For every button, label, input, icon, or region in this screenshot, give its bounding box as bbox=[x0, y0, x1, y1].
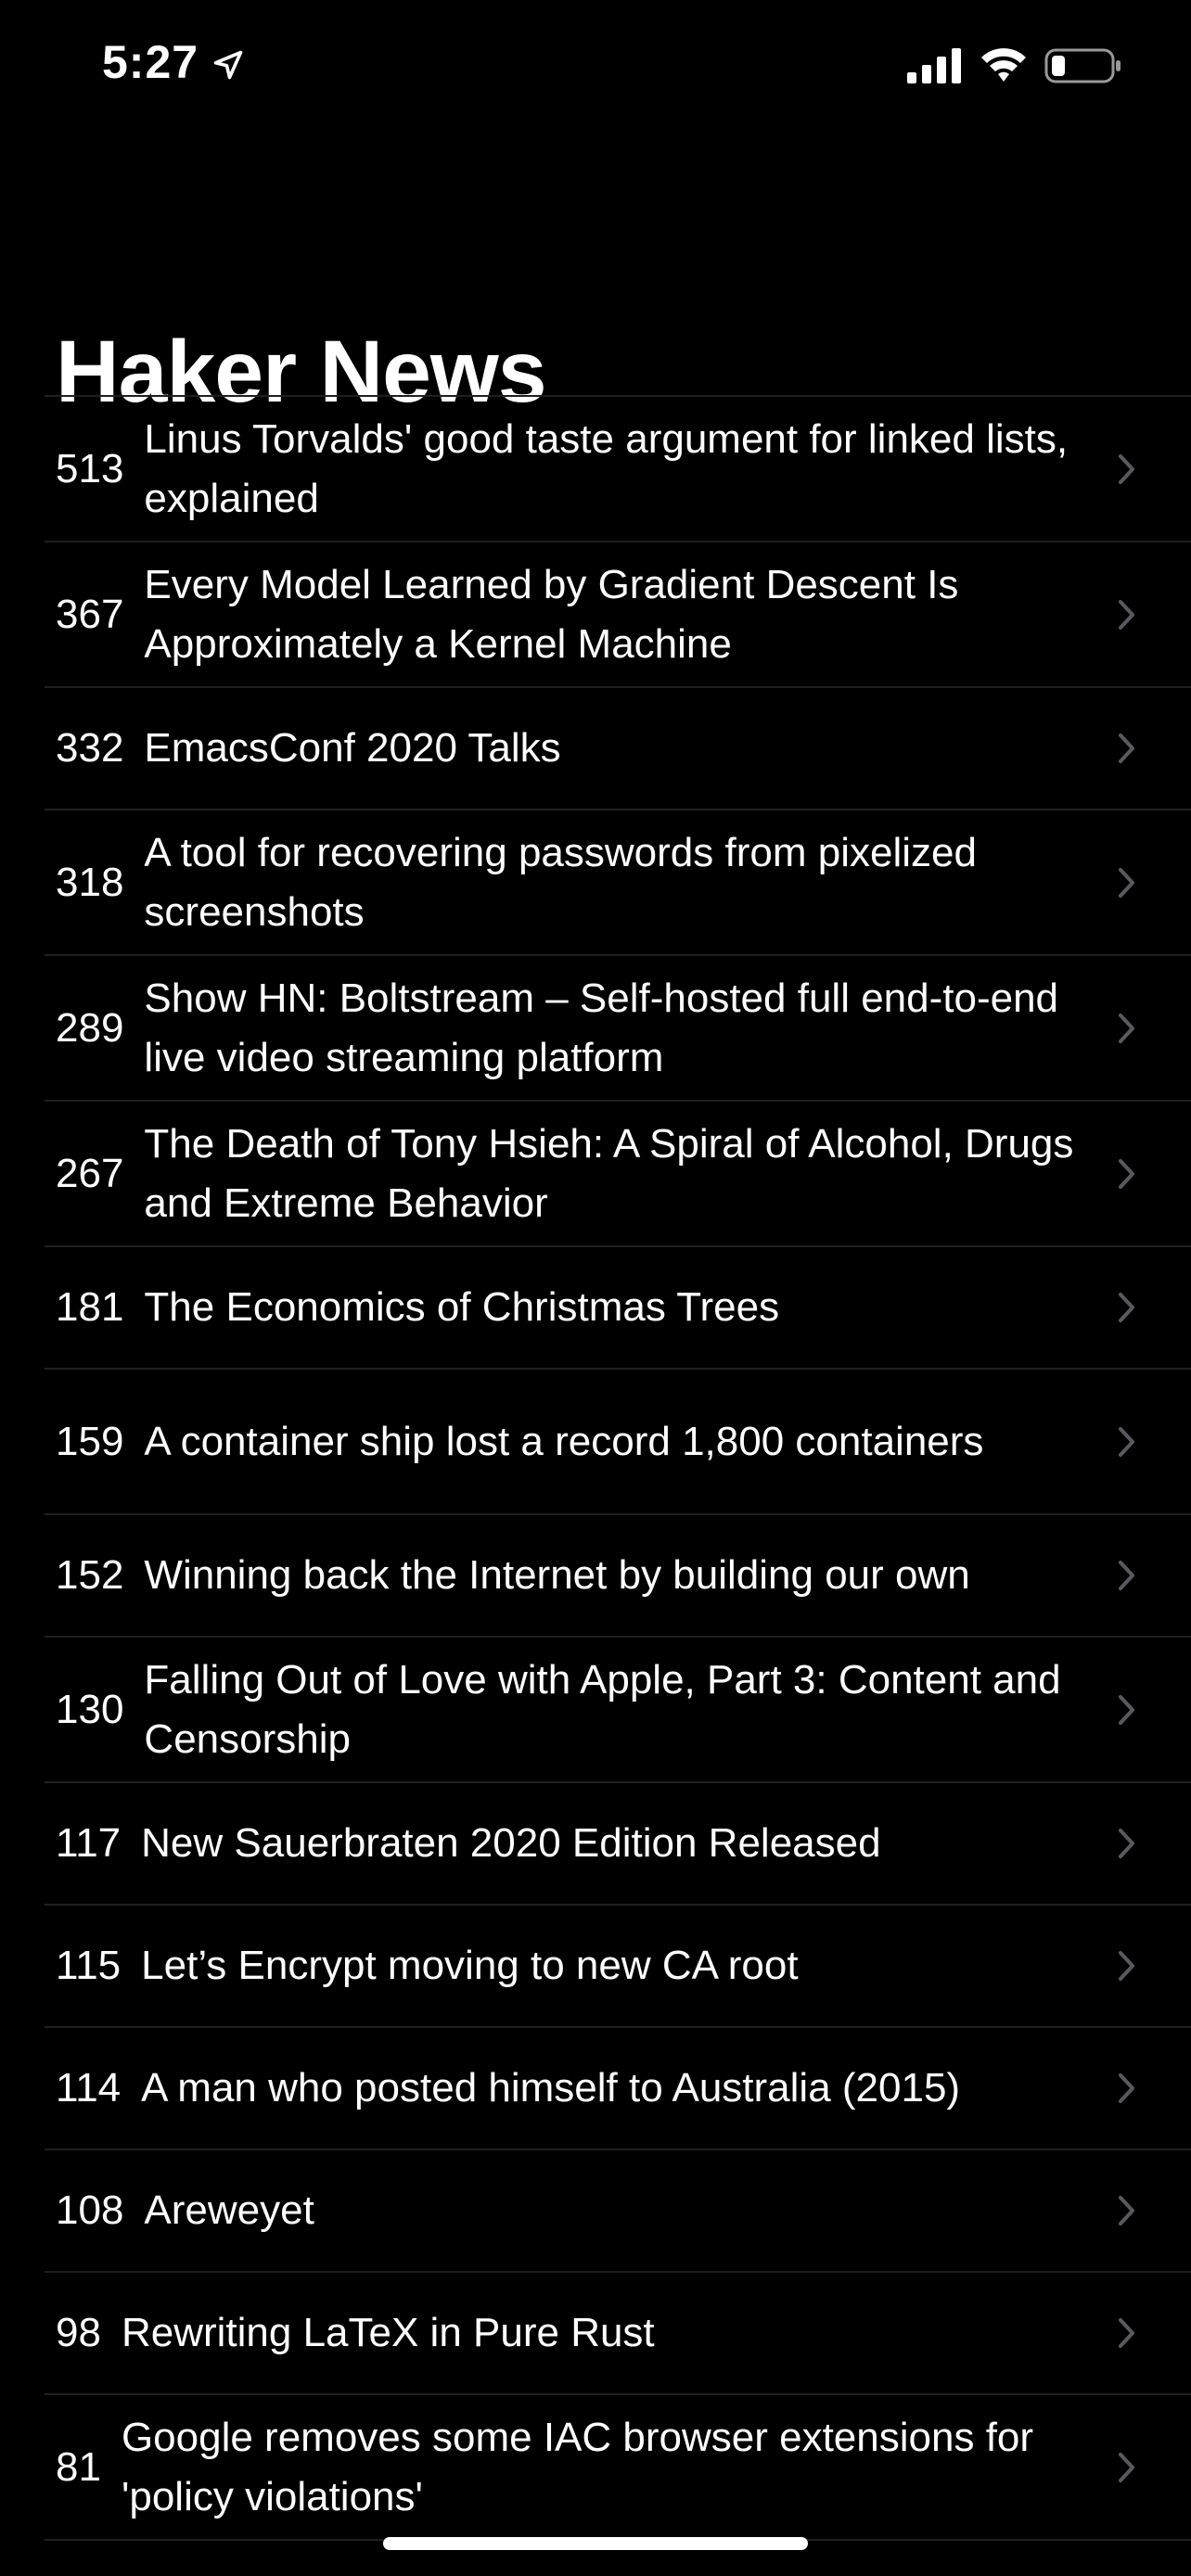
story-row[interactable]: 114 A man who posted himself to Australia… bbox=[45, 2028, 1191, 2150]
story-points: 152 bbox=[56, 1552, 124, 1598]
story-points: 81 bbox=[56, 2443, 101, 2490]
story-row[interactable]: 318 A tool for recovering passwords from … bbox=[45, 810, 1191, 956]
story-points: 289 bbox=[56, 1004, 124, 1051]
chevron-right-icon bbox=[1119, 1158, 1134, 1189]
story-title: A man who posted himself to Australia (2… bbox=[141, 2065, 961, 2111]
story-title: The Economics of Christmas Trees bbox=[144, 1284, 780, 1330]
story-row[interactable]: 332 EmacsConf 2020 Talks bbox=[45, 688, 1191, 810]
story-points: 159 bbox=[56, 1418, 124, 1464]
story-title: Areweyet bbox=[144, 2187, 314, 2233]
chevron-right-icon bbox=[1119, 1426, 1134, 1457]
story-points: 367 bbox=[56, 591, 124, 637]
story-points: 332 bbox=[56, 725, 124, 771]
story-points: 114 bbox=[56, 2065, 122, 2111]
story-title: The Death of Tony Hsieh: A Spiral of Alc… bbox=[144, 1120, 1074, 1226]
story-points: 267 bbox=[56, 1150, 124, 1196]
story-title: Winning back the Internet by building ou… bbox=[144, 1552, 970, 1598]
story-list: 513 Linus Torvalds' good taste argument f… bbox=[45, 395, 1191, 2541]
chevron-right-icon bbox=[1119, 1013, 1134, 1043]
story-title: Rewriting LaTeX in Pure Rust bbox=[121, 2310, 655, 2355]
story-title: Falling Out of Love with Apple, Part 3: … bbox=[144, 1656, 1061, 1762]
story-title: Show HN: Boltstream – Self-hosted full e… bbox=[144, 975, 1059, 1080]
chevron-right-icon bbox=[1119, 1951, 1134, 1981]
story-row[interactable]: 152 Winning back the Internet by building… bbox=[45, 1515, 1191, 1638]
story-title: A container ship lost a record 1,800 con… bbox=[144, 1418, 984, 1464]
battery-icon bbox=[1044, 48, 1121, 83]
story-row[interactable]: 367 Every Model Learned by Gradient Desce… bbox=[45, 542, 1191, 688]
story-points: 130 bbox=[56, 1686, 124, 1732]
story-title: Let’s Encrypt moving to new CA root bbox=[141, 1943, 799, 1988]
chevron-right-icon bbox=[1119, 1293, 1134, 1322]
location-arrow-icon bbox=[213, 50, 243, 80]
story-title: New Sauerbraten 2020 Edition Released bbox=[141, 1820, 881, 1866]
chevron-right-icon bbox=[1119, 1694, 1134, 1725]
story-points: 117 bbox=[56, 1820, 122, 1866]
story-points: 108 bbox=[56, 2187, 124, 2233]
chevron-right-icon bbox=[1119, 2452, 1134, 2482]
chevron-right-icon bbox=[1119, 2073, 1134, 2103]
home-indicator[interactable] bbox=[383, 2537, 808, 2550]
chevron-right-icon bbox=[1119, 867, 1134, 898]
story-title: EmacsConf 2020 Talks bbox=[144, 725, 561, 771]
story-title: A tool for recovering passwords from pix… bbox=[144, 829, 977, 935]
status-time: 5:27 bbox=[102, 36, 199, 88]
story-row[interactable]: 513 Linus Torvalds' good taste argument f… bbox=[45, 397, 1191, 542]
story-title: Every Model Learned by Gradient Descent … bbox=[144, 561, 959, 667]
story-row[interactable]: 81 Google removes some IAC browser extens… bbox=[45, 2395, 1191, 2541]
story-row[interactable]: 108 Areweyet bbox=[45, 2150, 1191, 2273]
chevron-right-icon bbox=[1119, 599, 1134, 630]
story-row[interactable]: 181 The Economics of Christmas Trees bbox=[45, 1247, 1191, 1370]
story-points: 115 bbox=[56, 1943, 122, 1988]
status-bar: 5:27 bbox=[0, 0, 1191, 130]
story-row[interactable]: 289 Show HN: Boltstream – Self-hosted ful… bbox=[45, 956, 1191, 1102]
story-title: Linus Torvalds' good taste argument for … bbox=[144, 415, 1069, 521]
story-points: 318 bbox=[56, 859, 124, 905]
chevron-right-icon bbox=[1119, 1561, 1134, 1590]
story-row[interactable]: 98 Rewriting LaTeX in Pure Rust bbox=[45, 2273, 1191, 2395]
story-title: Google removes some IAC browser extensio… bbox=[121, 2414, 1034, 2519]
story-row[interactable]: 159 A container ship lost a record 1,800 … bbox=[45, 1370, 1191, 1515]
wifi-icon bbox=[981, 48, 1026, 82]
story-row[interactable]: 117 New Sauerbraten 2020 Edition Released bbox=[45, 1783, 1191, 1906]
story-row[interactable]: 115 Let’s Encrypt moving to new CA root bbox=[45, 1906, 1191, 2028]
chevron-right-icon bbox=[1119, 2318, 1134, 2348]
story-row[interactable]: 267 The Death of Tony Hsieh: A Spiral of … bbox=[45, 1102, 1191, 1247]
story-points: 513 bbox=[56, 445, 124, 491]
chevron-right-icon bbox=[1119, 1829, 1134, 1858]
cellular-signal-icon bbox=[907, 48, 961, 83]
chevron-right-icon bbox=[1119, 733, 1134, 763]
story-row[interactable]: 130 Falling Out of Love with Apple, Part … bbox=[45, 1638, 1191, 1783]
story-points: 98 bbox=[56, 2310, 101, 2355]
chevron-right-icon bbox=[1119, 2196, 1134, 2225]
story-points: 181 bbox=[56, 1284, 124, 1330]
chevron-right-icon bbox=[1119, 453, 1134, 484]
